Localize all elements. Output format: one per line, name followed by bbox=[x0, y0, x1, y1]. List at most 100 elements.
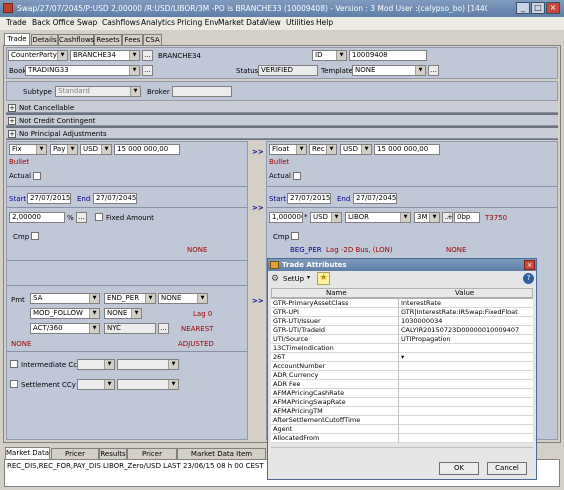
cancel-button[interactable]: Cancel bbox=[487, 462, 527, 475]
chevron-down-icon[interactable]: ▾ bbox=[307, 274, 310, 281]
id-type-select[interactable]: ID bbox=[312, 50, 347, 61]
settlement-ccy-rate-select[interactable] bbox=[117, 379, 179, 390]
index-currency-select[interactable]: USD bbox=[310, 212, 342, 223]
rec-end-date-field[interactable]: 27/07/2045 bbox=[353, 193, 397, 204]
cpty-select[interactable]: BRANCHE34 bbox=[70, 50, 140, 61]
menu-help[interactable]: Help bbox=[316, 18, 333, 27]
table-row[interactable]: Agent bbox=[271, 425, 533, 434]
setup-button[interactable]: SetUp bbox=[283, 275, 304, 283]
table-row[interactable]: AFMAPricingSwapRate bbox=[271, 398, 533, 407]
holiday-field[interactable]: NYC bbox=[104, 323, 156, 334]
table-row[interactable]: GTR-PrimaryAssetClass InterestRate bbox=[271, 299, 533, 308]
column-header-name[interactable]: Name bbox=[326, 289, 347, 297]
menu-back-office[interactable]: Back Office bbox=[32, 18, 74, 27]
rec-cmp-checkbox[interactable] bbox=[291, 232, 299, 240]
copy-leg-arrows[interactable]: >> bbox=[252, 297, 264, 305]
table-row[interactable]: GTR-UPI GTR|InterestRate:IRSwap:FixedFloa… bbox=[271, 308, 533, 317]
pay-start-date-field[interactable]: 27/07/2015 bbox=[27, 193, 71, 204]
rec-currency-select[interactable]: USD bbox=[340, 144, 372, 155]
maximize-button[interactable]: □ bbox=[531, 2, 545, 14]
cpty-type-select[interactable]: CounterParty bbox=[8, 50, 68, 61]
pmt-roll-select[interactable]: END_PER bbox=[104, 293, 156, 304]
pay-end-date-field[interactable]: 27/07/2045 bbox=[93, 193, 137, 204]
expand-icon[interactable]: + bbox=[8, 130, 16, 138]
table-row[interactable]: AccountNumber bbox=[271, 362, 533, 371]
rec-direction-select[interactable]: Rec bbox=[309, 144, 337, 155]
menu-analytics[interactable]: Analytics bbox=[141, 18, 175, 27]
intermediate-ccy-select[interactable] bbox=[77, 359, 115, 370]
ok-button[interactable]: OK bbox=[439, 462, 479, 475]
pay-fixed-rate-field[interactable]: 2,00000 bbox=[9, 212, 65, 223]
id-field[interactable]: 10009408 bbox=[349, 50, 427, 61]
rec-notional-field[interactable]: 15 000 000,00 bbox=[374, 144, 440, 155]
broker-field[interactable] bbox=[172, 86, 232, 97]
copy-leg-arrows[interactable]: >> bbox=[252, 148, 264, 156]
pay-currency-select[interactable]: USD bbox=[80, 144, 112, 155]
pay-notional-field[interactable]: 15 000 000,00 bbox=[114, 144, 180, 155]
spread-field[interactable]: 0bp bbox=[454, 212, 480, 223]
table-row[interactable]: AFMAPricingCashRate bbox=[271, 389, 533, 398]
table-row[interactable]: GTR-UTI/Issuer 1030000034 bbox=[271, 317, 533, 326]
template-button[interactable]: ... bbox=[428, 65, 439, 76]
menu-view[interactable]: View bbox=[263, 18, 281, 27]
menu-cashflows[interactable]: Cashflows bbox=[102, 18, 140, 27]
table-row[interactable]: GTR-UTI/TradeId CALYIR20150723D0000001000… bbox=[271, 326, 533, 335]
pmt-lag-type-select[interactable]: NONE bbox=[104, 308, 142, 319]
copy-leg-arrows[interactable]: >> bbox=[252, 204, 264, 212]
attribute-value[interactable]: CALYIR20150723D00000010009407 bbox=[401, 326, 531, 334]
rec-multiplier-field[interactable]: 1,000000 bbox=[269, 212, 303, 223]
table-row[interactable]: ADR Fee bbox=[271, 380, 533, 389]
index-select[interactable]: LIBOR bbox=[345, 212, 411, 223]
rec-leg-type-select[interactable]: Float bbox=[269, 144, 307, 155]
menu-pricing-env[interactable]: Pricing Env bbox=[177, 18, 219, 27]
table-row[interactable]: AllocatedFrom bbox=[271, 434, 533, 443]
table-row[interactable]: 13CTimeIndication bbox=[271, 344, 533, 353]
table-row[interactable]: 26T ▾ bbox=[271, 353, 533, 362]
column-header-value[interactable]: Value bbox=[455, 289, 474, 297]
attribute-value[interactable]: GTR|InterestRate:IRSwap:FixedFloat bbox=[401, 308, 531, 316]
book-lookup-button[interactable]: ... bbox=[142, 65, 153, 76]
star-icon[interactable]: ★ bbox=[317, 272, 330, 285]
menu-utilities[interactable]: Utilities bbox=[286, 18, 314, 27]
tenor-select[interactable]: 3M bbox=[414, 212, 440, 223]
dialog-close-button[interactable]: × bbox=[524, 260, 535, 270]
intermediate-ccy-checkbox[interactable] bbox=[10, 360, 18, 368]
fixed-amount-checkbox[interactable] bbox=[95, 213, 103, 221]
cpty-lookup-button[interactable]: ... bbox=[142, 50, 153, 61]
expand-icon[interactable]: + bbox=[8, 104, 16, 112]
menu-swap[interactable]: Swap bbox=[77, 18, 97, 27]
gear-icon[interactable]: ⚙ bbox=[271, 274, 281, 284]
holiday-button[interactable]: ... bbox=[158, 323, 169, 334]
rec-actual-checkbox[interactable] bbox=[293, 172, 301, 180]
table-row[interactable]: UTI/Source UTIPropagation bbox=[271, 335, 533, 344]
subtype-select[interactable]: Standard bbox=[55, 86, 141, 97]
pmt-stub-select[interactable]: NONE bbox=[158, 293, 208, 304]
table-row[interactable]: AfterSettlementCutoffTime bbox=[271, 416, 533, 425]
flag-row[interactable] bbox=[6, 102, 558, 113]
help-icon[interactable]: ? bbox=[523, 273, 534, 284]
attribute-value[interactable]: 1030000034 bbox=[401, 317, 531, 325]
rec-start-date-field[interactable]: 27/07/2015 bbox=[287, 193, 331, 204]
pay-actual-checkbox[interactable] bbox=[33, 172, 41, 180]
daycount-select[interactable]: ACT/360 bbox=[30, 323, 100, 334]
pay-direction-select[interactable]: Pay bbox=[50, 144, 78, 155]
book-select[interactable]: TRADING33 bbox=[25, 65, 140, 76]
attribute-value[interactable]: ▾ bbox=[401, 353, 531, 361]
pay-leg-type-select[interactable]: Fix bbox=[9, 144, 47, 155]
close-button[interactable]: × bbox=[546, 2, 560, 14]
pmt-date-rule-select[interactable]: MOD_FOLLOW bbox=[30, 308, 100, 319]
minimize-button[interactable]: _ bbox=[516, 2, 530, 14]
settlement-ccy-checkbox[interactable] bbox=[10, 380, 18, 388]
menu-market-data[interactable]: Market Data bbox=[218, 18, 264, 27]
attribute-value[interactable]: UTIPropagation bbox=[401, 335, 531, 343]
table-row[interactable]: ADR Currency bbox=[271, 371, 533, 380]
intermediate-ccy-rate-select[interactable] bbox=[117, 359, 179, 370]
template-select[interactable]: NONE bbox=[352, 65, 426, 76]
pay-cmp-checkbox[interactable] bbox=[31, 232, 39, 240]
attribute-value[interactable]: InterestRate bbox=[401, 299, 531, 307]
settlement-ccy-select[interactable] bbox=[77, 379, 115, 390]
rate-schedule-button[interactable]: ... bbox=[76, 212, 87, 223]
expand-icon[interactable]: + bbox=[8, 117, 16, 125]
pmt-frequency-select[interactable]: SA bbox=[30, 293, 100, 304]
table-row[interactable]: AFMAPricingTM bbox=[271, 407, 533, 416]
